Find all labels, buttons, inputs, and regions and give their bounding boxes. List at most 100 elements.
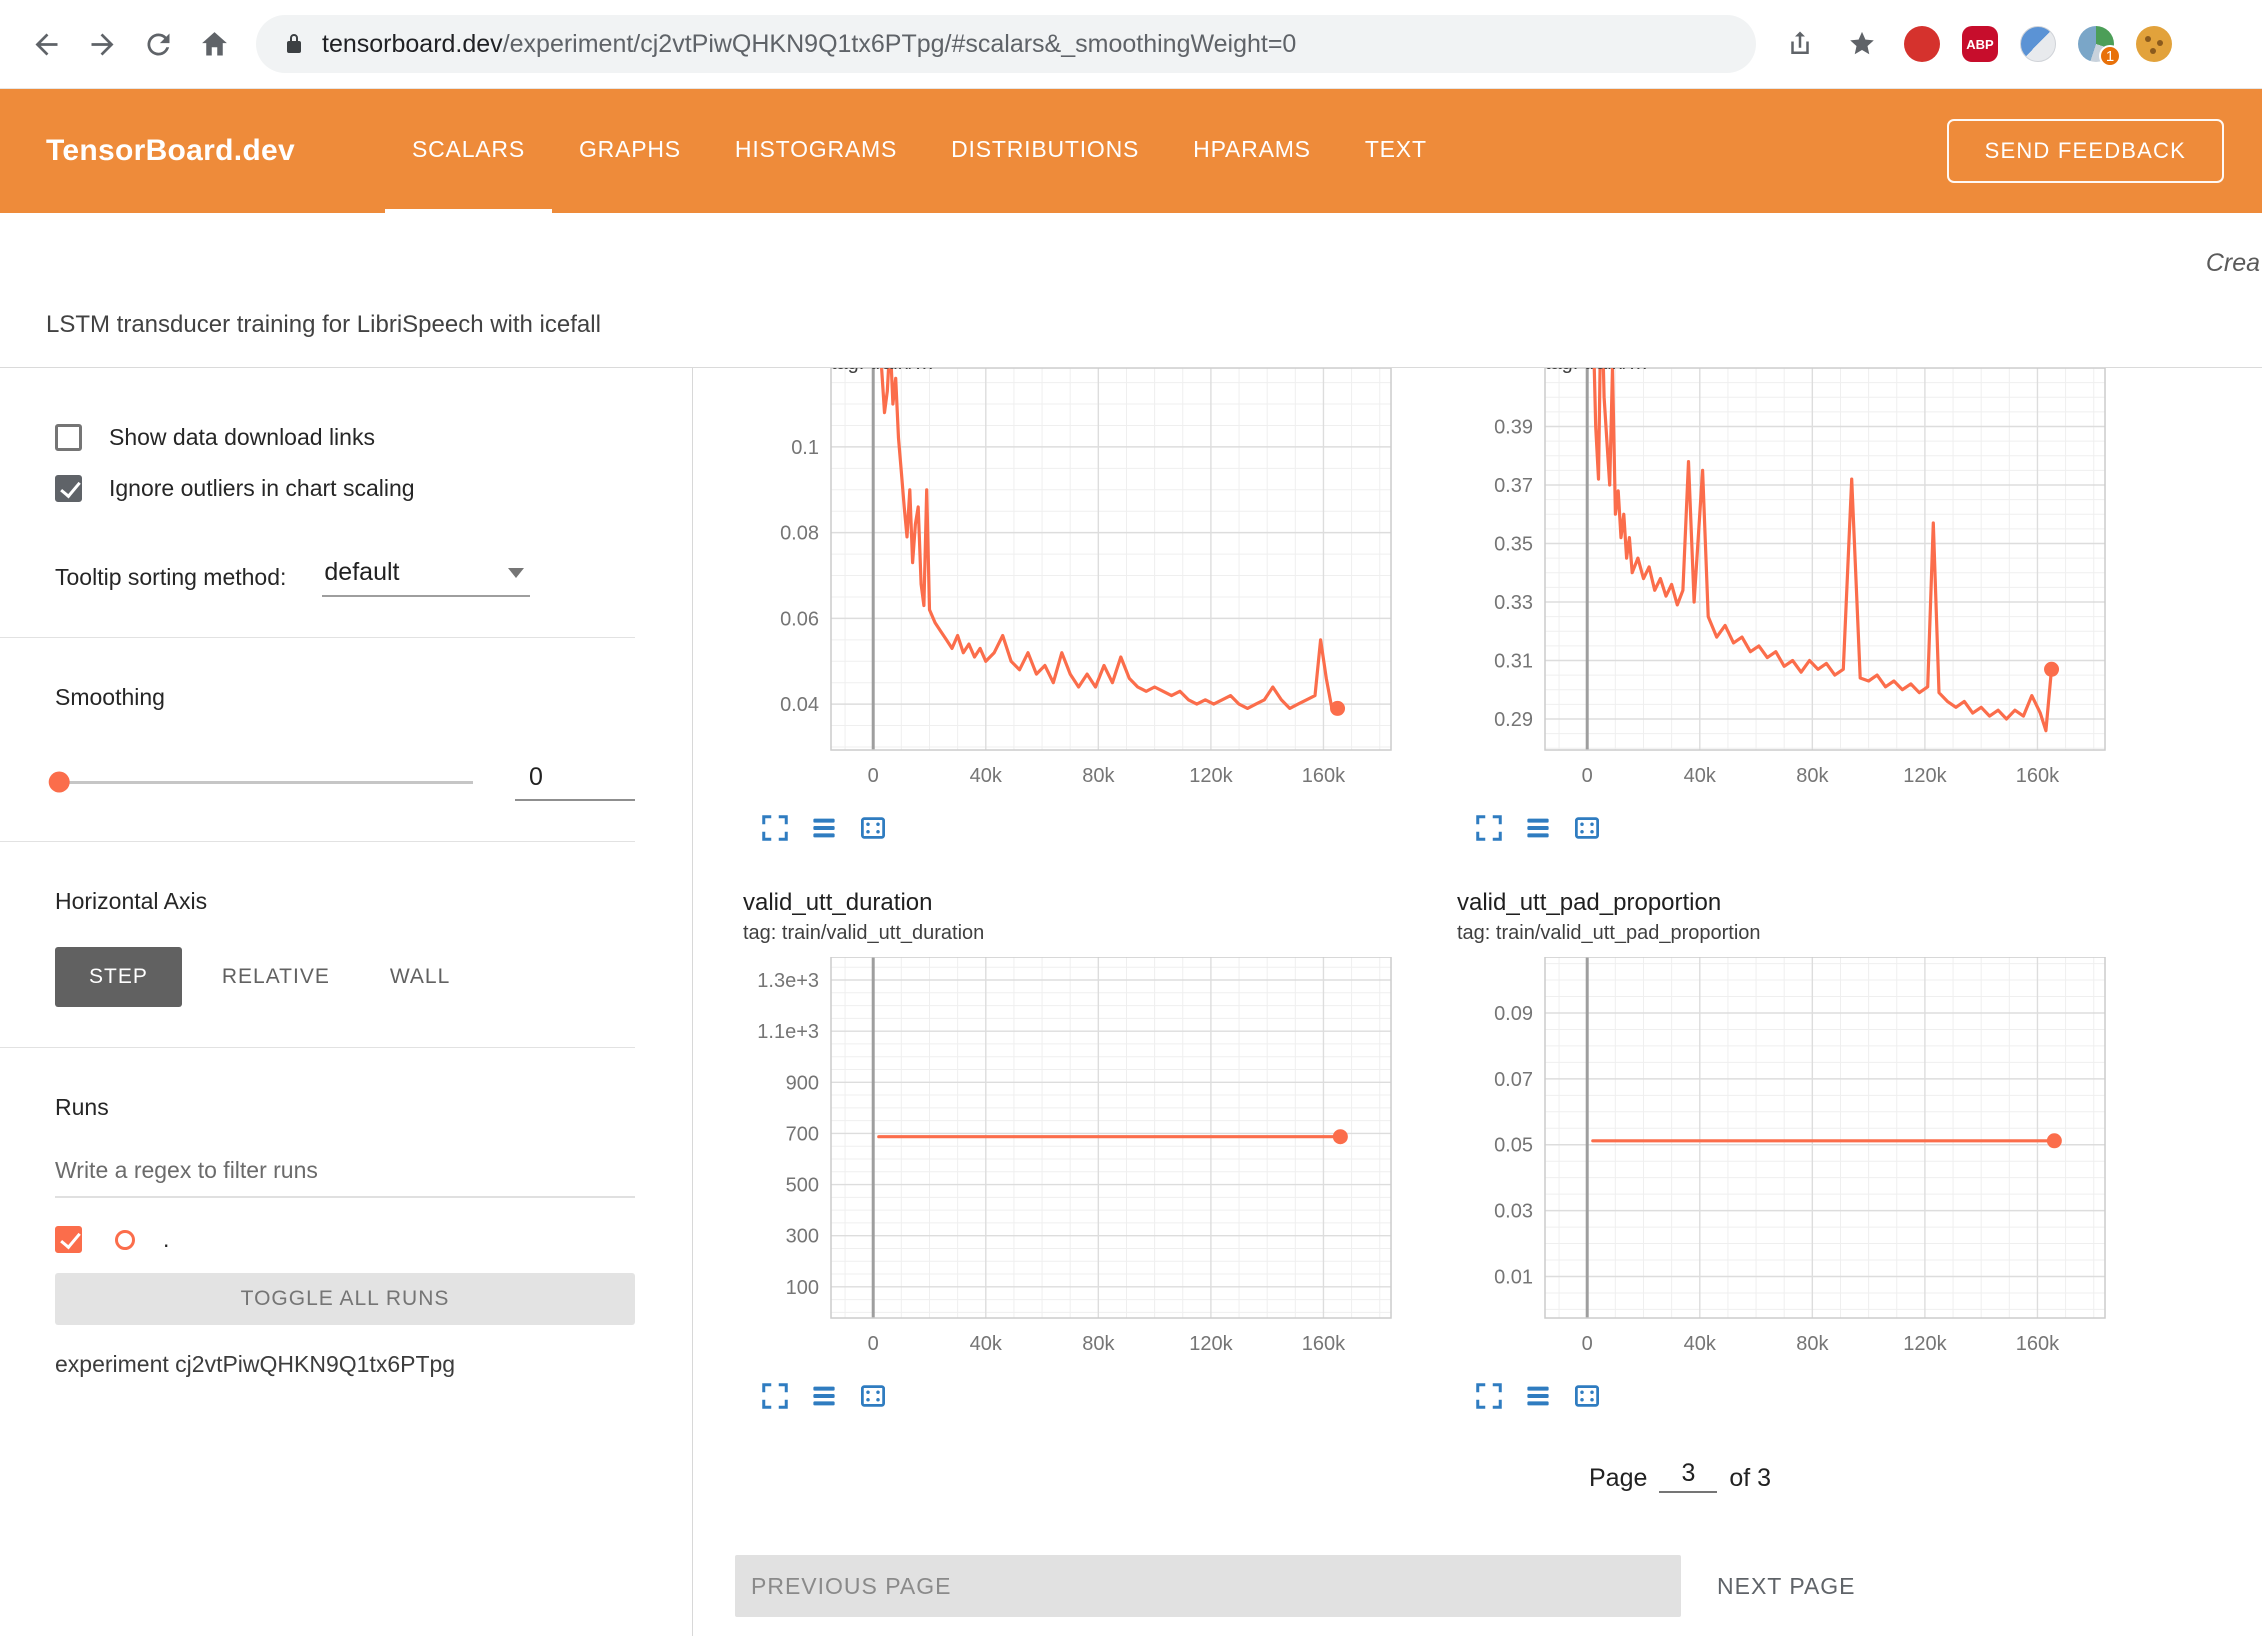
ignore-outliers-checkbox[interactable]	[55, 475, 82, 502]
chart-tag: tag: train/valid_utt_pad_proportion	[1457, 922, 2117, 945]
next-page-button[interactable]: NEXT PAGE	[1717, 1573, 1856, 1600]
svg-text:160k: 160k	[2016, 1333, 2060, 1355]
back-icon[interactable]	[18, 16, 74, 72]
settings-sidebar: Show data download links Ignore outliers…	[0, 368, 693, 1636]
show-download-links-checkbox[interactable]	[55, 424, 82, 451]
tab-hparams[interactable]: HPARAMS	[1166, 89, 1338, 213]
smoothing-label: Smoothing	[55, 684, 635, 711]
run-checkbox[interactable]	[55, 1226, 82, 1253]
sidebar-divider	[0, 841, 635, 842]
expand-chart-icon[interactable]	[759, 813, 791, 845]
extension-icon[interactable]	[2020, 26, 2056, 62]
show-download-links-row[interactable]: Show data download links	[55, 424, 635, 451]
toggle-all-runs-button[interactable]: TOGGLE ALL RUNS	[55, 1273, 635, 1325]
adblock-extension-icon[interactable]	[1904, 26, 1940, 62]
chart-canvas[interactable]: 040k80k120k160k1003005007009001.1e+31.3e…	[743, 957, 1403, 1369]
page-number-input[interactable]: 3	[1659, 1459, 1717, 1493]
svg-text:0.29: 0.29	[1494, 709, 1533, 731]
run-name: .	[163, 1226, 169, 1253]
tooltip-sorting-dropdown[interactable]: default	[322, 558, 530, 597]
svg-text:120k: 120k	[1903, 1333, 1947, 1355]
expand-chart-icon[interactable]	[1473, 813, 1505, 845]
chart-title: valid_utt_duration	[743, 889, 1403, 917]
svg-text:0.06: 0.06	[780, 608, 819, 630]
tab-scalars[interactable]: SCALARS	[385, 89, 552, 213]
tab-histograms[interactable]: HISTOGRAMS	[708, 89, 924, 213]
svg-text:0: 0	[868, 1333, 879, 1355]
svg-text:0: 0	[868, 765, 879, 787]
svg-text:0.09: 0.09	[1494, 1003, 1533, 1025]
previous-page-button[interactable]: PREVIOUS PAGE	[735, 1555, 1681, 1617]
expand-chart-icon[interactable]	[1473, 1381, 1505, 1413]
svg-text:100: 100	[786, 1277, 819, 1299]
horizontal-axis-buttons: STEP RELATIVE WALL	[55, 947, 635, 1007]
runs-list-icon[interactable]	[1522, 1381, 1554, 1413]
svg-text:40k: 40k	[970, 765, 1003, 787]
run-row: .	[55, 1226, 635, 1253]
expand-chart-icon[interactable]	[759, 1381, 791, 1413]
created-text-clipped: Crea	[2206, 249, 2260, 278]
chart-card-top-left: tag: train/… 040k80k120k160k0.040.060.08…	[743, 368, 1403, 845]
url-text: tensorboard.dev/experiment/cj2vtPiwQHKN9…	[322, 30, 1296, 59]
svg-text:40k: 40k	[970, 1333, 1003, 1355]
tooltip-sorting-row: Tooltip sorting method: default	[55, 558, 635, 597]
fit-domain-icon[interactable]	[1571, 1381, 1603, 1413]
ignore-outliers-row[interactable]: Ignore outliers in chart scaling	[55, 475, 635, 502]
smoothing-slider-thumb[interactable]	[49, 772, 70, 793]
svg-text:0.08: 0.08	[780, 523, 819, 545]
secure-lock-icon	[282, 32, 306, 56]
svg-text:0.37: 0.37	[1494, 475, 1533, 497]
chart-canvas[interactable]: 040k80k120k160k0.040.060.080.1	[743, 368, 1403, 801]
fit-domain-icon[interactable]	[857, 1381, 889, 1413]
svg-text:0.31: 0.31	[1494, 650, 1533, 672]
fit-domain-icon[interactable]	[857, 813, 889, 845]
app-header: TensorBoard.dev SCALARS GRAPHS HISTOGRAM…	[0, 89, 2262, 213]
svg-text:900: 900	[786, 1072, 819, 1094]
tab-text[interactable]: TEXT	[1338, 89, 1454, 213]
svg-text:40k: 40k	[1684, 765, 1717, 787]
home-icon[interactable]	[186, 16, 242, 72]
axis-step-button[interactable]: STEP	[55, 947, 182, 1007]
runs-filter-input[interactable]	[55, 1149, 635, 1198]
runs-list-icon[interactable]	[808, 1381, 840, 1413]
bookmark-star-icon[interactable]	[1842, 24, 1882, 64]
chart-canvas[interactable]: 040k80k120k160k0.010.030.050.070.09	[1457, 957, 2117, 1369]
forward-icon[interactable]	[74, 16, 130, 72]
pagination: Page 3 of 3	[1589, 1459, 2262, 1493]
show-download-links-label: Show data download links	[109, 424, 375, 451]
chart-tag: tag: train/valid_utt_duration	[743, 922, 1403, 945]
smoothing-row: 0	[55, 763, 635, 801]
runs-list-icon[interactable]	[1522, 813, 1554, 845]
tab-distributions[interactable]: DISTRIBUTIONS	[924, 89, 1166, 213]
svg-text:0.33: 0.33	[1494, 592, 1533, 614]
chart-toolbar	[759, 1381, 1403, 1413]
profile-avatar[interactable]: 1	[2078, 26, 2114, 62]
ignore-outliers-label: Ignore outliers in chart scaling	[109, 475, 415, 502]
svg-text:120k: 120k	[1903, 765, 1947, 787]
tooltip-sorting-label: Tooltip sorting method:	[55, 564, 286, 591]
abp-extension-icon[interactable]: ABP	[1962, 26, 1998, 62]
fit-domain-icon[interactable]	[1571, 813, 1603, 845]
chevron-down-icon	[508, 568, 524, 578]
svg-text:0.01: 0.01	[1494, 1266, 1533, 1288]
svg-text:160k: 160k	[2016, 765, 2060, 787]
svg-text:1.1e+3: 1.1e+3	[757, 1021, 819, 1043]
share-icon[interactable]	[1780, 24, 1820, 64]
send-feedback-button[interactable]: SEND FEEDBACK	[1947, 119, 2224, 183]
tensorboard-page: tensorboard.dev/experiment/cj2vtPiwQHKN9…	[0, 0, 2262, 1636]
pager-buttons: PREVIOUS PAGE NEXT PAGE	[735, 1555, 2262, 1617]
app-logo[interactable]: TensorBoard.dev	[46, 134, 295, 168]
svg-text:80k: 80k	[1796, 765, 1829, 787]
cookie-extension-icon[interactable]	[2136, 26, 2172, 62]
url-bar[interactable]: tensorboard.dev/experiment/cj2vtPiwQHKN9…	[256, 15, 1756, 73]
tab-graphs[interactable]: GRAPHS	[552, 89, 708, 213]
chart-title: valid_utt_pad_proportion	[1457, 889, 2117, 917]
runs-list-icon[interactable]	[808, 813, 840, 845]
smoothing-value-input[interactable]: 0	[515, 763, 635, 801]
svg-text:0.04: 0.04	[780, 694, 819, 716]
axis-relative-button[interactable]: RELATIVE	[192, 947, 360, 1007]
chart-canvas[interactable]: 040k80k120k160k0.290.310.330.350.370.39	[1457, 368, 2117, 801]
reload-icon[interactable]	[130, 16, 186, 72]
smoothing-slider[interactable]	[55, 781, 473, 784]
axis-wall-button[interactable]: WALL	[360, 947, 480, 1007]
